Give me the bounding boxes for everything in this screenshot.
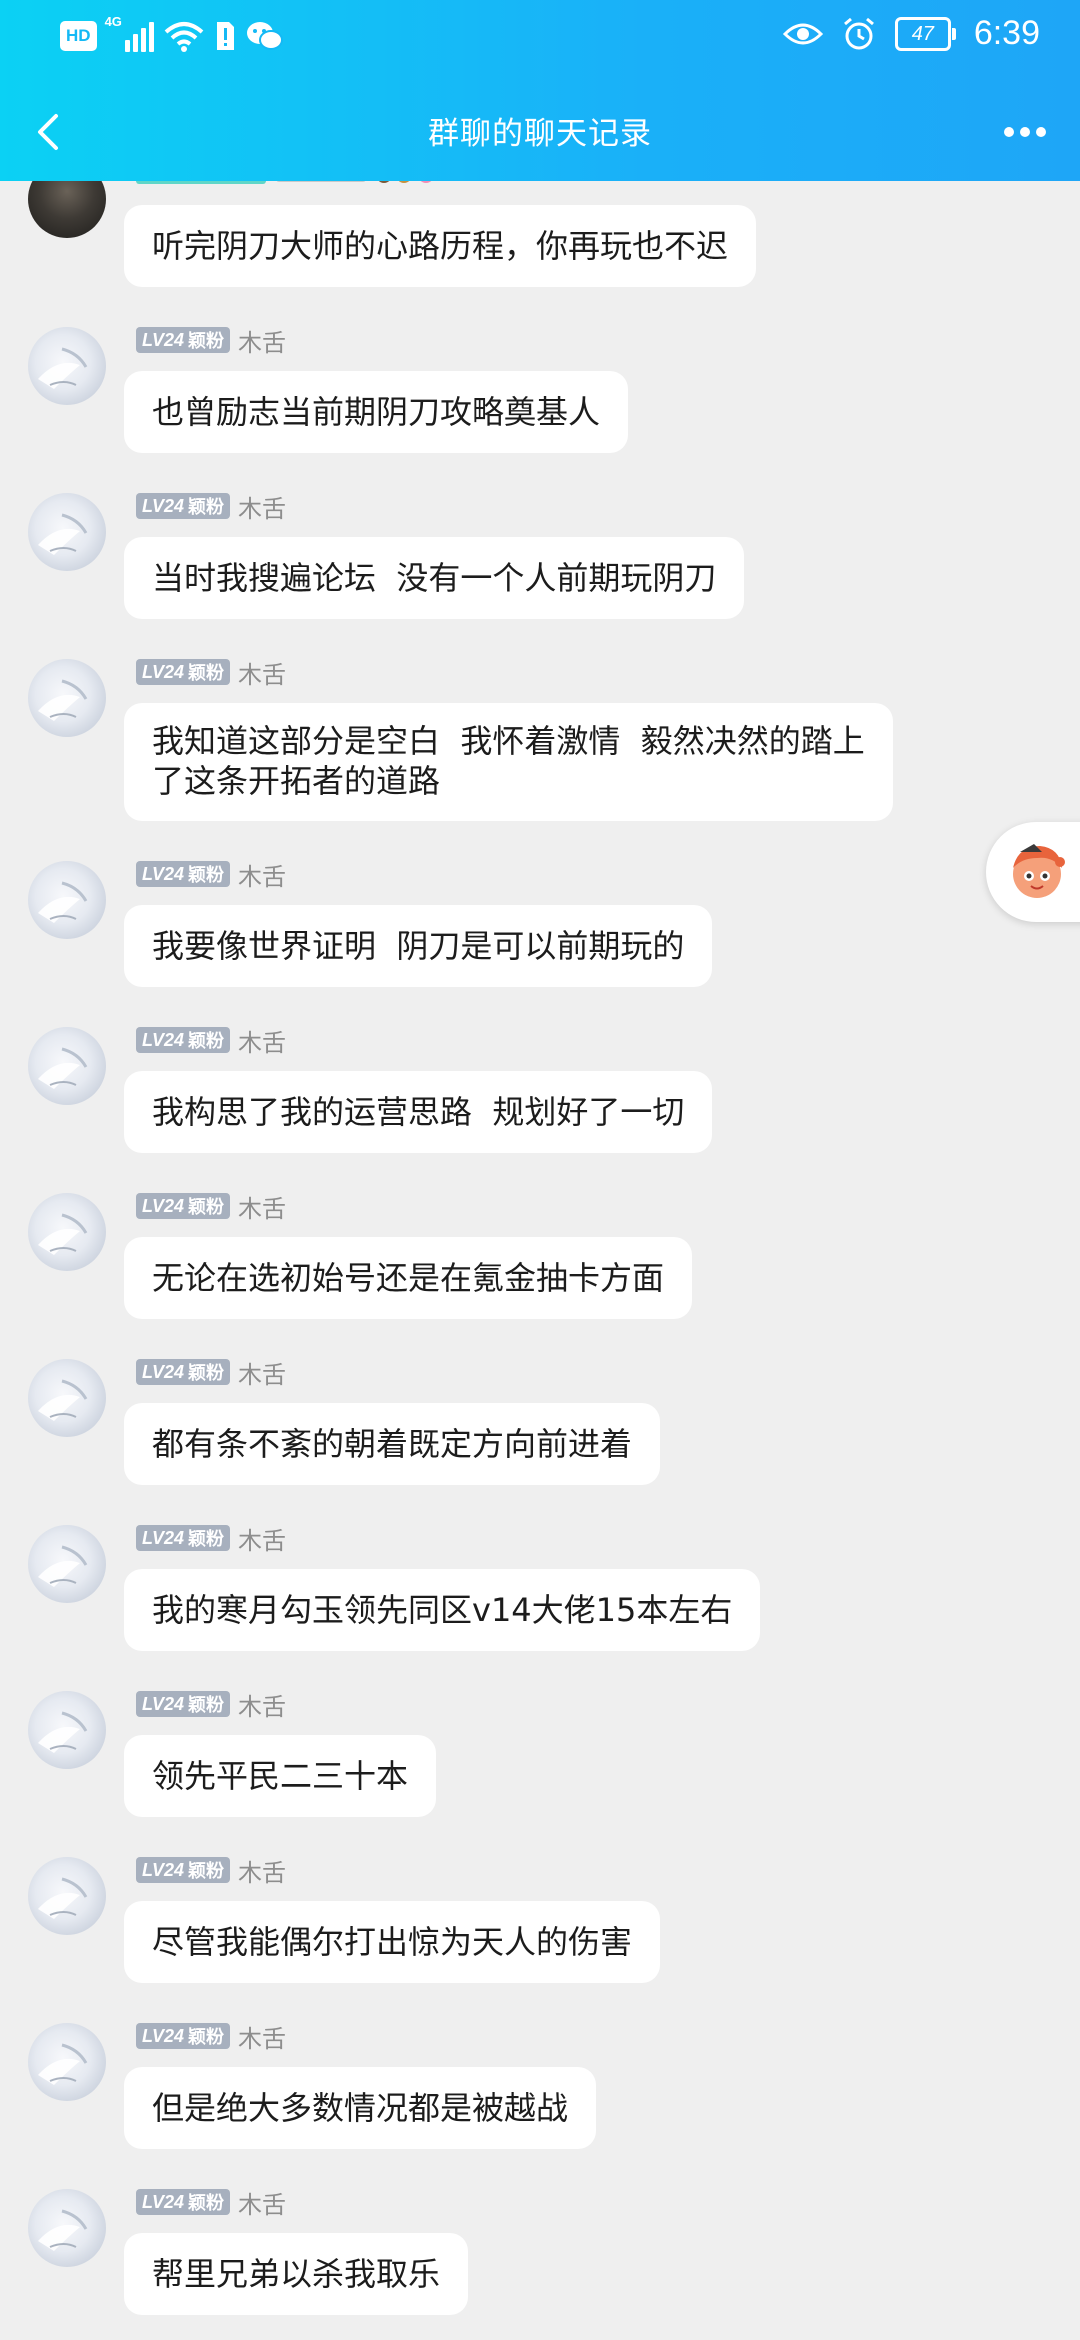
message-bubble[interactable]: 我知道这部分是空白 我怀着激情 毅然决然的踏上 了这条开拓者的道路 (124, 703, 893, 821)
assistant-mascot-icon (1013, 844, 1065, 898)
page-title: 群聊的聊天记录 (428, 116, 652, 152)
level-badge: LV24 颖粉 (136, 1525, 231, 1551)
avatar[interactable] (28, 1857, 106, 1935)
sender-name[interactable]: 木舌 (238, 323, 286, 358)
message-bubble[interactable]: 我构思了我的运营思路 规划好了一切 (124, 1071, 713, 1153)
sender-meta: LV24 颖粉 木舌 (136, 2019, 286, 2054)
avatar[interactable] (28, 493, 106, 571)
avatar[interactable] (28, 1359, 106, 1437)
sender-meta: LV24 颖粉 木舌 (136, 2185, 286, 2220)
avatar[interactable] (28, 861, 106, 939)
battery-icon: 47 (894, 16, 956, 51)
sender-name[interactable]: 木舌 (238, 2185, 286, 2220)
sender-name[interactable]: 木舌 (238, 489, 286, 524)
avatar[interactable] (28, 1525, 106, 1603)
avatar[interactable] (28, 659, 106, 737)
avatar[interactable] (28, 1691, 106, 1769)
avatar[interactable] (28, 1193, 106, 1271)
level-badge: LV24 颖粉 (136, 659, 231, 685)
sender-meta: LV24 颖粉 木舌 (136, 1521, 286, 1556)
sender-name[interactable]: 木舌 (238, 857, 286, 892)
hd-badge: HD (60, 21, 97, 51)
level-badge: LV24 颖粉 (136, 493, 231, 519)
sender-name[interactable]: 木舌 (238, 1853, 286, 1888)
message-bubble[interactable]: 尽管我能偶尔打出惊为天人的伤害 (124, 1901, 661, 1983)
level-badge: LV24 颖粉 (136, 2023, 231, 2049)
wifi-icon (164, 22, 203, 52)
sender-meta: LV24 颖粉 木舌 (136, 489, 286, 524)
level-badge: LV24 颖粉 (136, 861, 231, 887)
sender-meta: LV24 颖粉 木舌 (136, 1853, 286, 1888)
sender-name[interactable]: 木舌 (238, 1189, 286, 1224)
level-badge: LV24 颖粉 (136, 1857, 231, 1883)
sender-meta: LV24 颖粉 木舌 (136, 857, 286, 892)
sender-name[interactable]: 木舌 (238, 1023, 286, 1058)
sender-name[interactable]: 木舌 (238, 655, 286, 690)
message-bubble[interactable]: 听完阴刀大师的心路历程，你再玩也不迟 (124, 205, 757, 287)
clock: 6:39 (973, 14, 1040, 52)
status-bar: HD 4G 47 6:39 (0, 0, 1080, 82)
message-bubble[interactable]: 但是绝大多数情况都是被越战 (124, 2067, 597, 2149)
sim-alert-icon (216, 22, 234, 50)
avatar[interactable] (28, 2023, 106, 2101)
avatar[interactable] (28, 327, 106, 405)
sender-meta: LV24 颖粉 木舌 (136, 1023, 286, 1058)
sender-name[interactable]: 木舌 (238, 1687, 286, 1722)
message-bubble[interactable]: 帮里兄弟以杀我取乐 (124, 2233, 469, 2315)
sender-meta: LV24 颖粉 木舌 (136, 1687, 286, 1722)
level-badge: LV24 颖粉 (136, 1027, 231, 1053)
more-dots-icon[interactable] (1000, 112, 1050, 152)
avatar[interactable] (28, 2189, 106, 2267)
sender-meta: LV24 颖粉 木舌 (136, 1189, 286, 1224)
sender-name[interactable]: 木舌 (238, 1521, 286, 1556)
level-badge: LV24 颖粉 (136, 1691, 231, 1717)
sender-name[interactable]: 木舌 (238, 1355, 286, 1390)
sender-meta: LV24 颖粉 木舌 (136, 1355, 286, 1390)
level-badge: LV24 颖粉 (136, 1193, 231, 1219)
message-bubble[interactable]: 领先平民二三十本 (124, 1735, 437, 1817)
alarm-icon (843, 17, 874, 49)
sender-meta: LV24 颖粉 木舌 (136, 655, 286, 690)
level-badge: LV24 颖粉 (136, 1359, 231, 1385)
message-bubble[interactable]: 我要像世界证明 阴刀是可以前期玩的 (124, 905, 713, 987)
app-header: HD 4G 47 6:39 群聊的聊天记录 (0, 0, 1080, 181)
level-badge: LV24 颖粉 (136, 327, 231, 353)
sender-name[interactable]: 木舌 (238, 2019, 286, 2054)
message-bubble[interactable]: 都有条不紊的朝着既定方向前进着 (124, 1403, 661, 1485)
sender-meta: LV24 颖粉 木舌 (136, 323, 286, 358)
level-badge: LV24 颖粉 (136, 2189, 231, 2215)
wechat-icon (246, 22, 283, 50)
message-bubble[interactable]: 当时我搜遍论坛 没有一个人前期玩阴刀 (124, 537, 745, 619)
message-bubble[interactable]: 我的寒月勾玉领先同区v14大佬15本左右 (124, 1569, 761, 1651)
chat-history[interactable]: 听完阴刀大师的心路历程，你再玩也不迟 LV24 颖粉 木舌 也曾励志当前期阴刀攻略… (0, 0, 1080, 2340)
avatar[interactable] (28, 1027, 106, 1105)
signal-icon: 4G (105, 14, 154, 52)
message-bubble[interactable]: 也曾励志当前期阴刀攻略奠基人 (124, 371, 629, 453)
nav-bar: 群聊的聊天记录 (0, 82, 1080, 181)
assistant-float-button[interactable] (986, 822, 1080, 922)
eye-comfort-icon (782, 23, 823, 44)
message-bubble[interactable]: 无论在选初始号还是在氪金抽卡方面 (124, 1237, 693, 1319)
